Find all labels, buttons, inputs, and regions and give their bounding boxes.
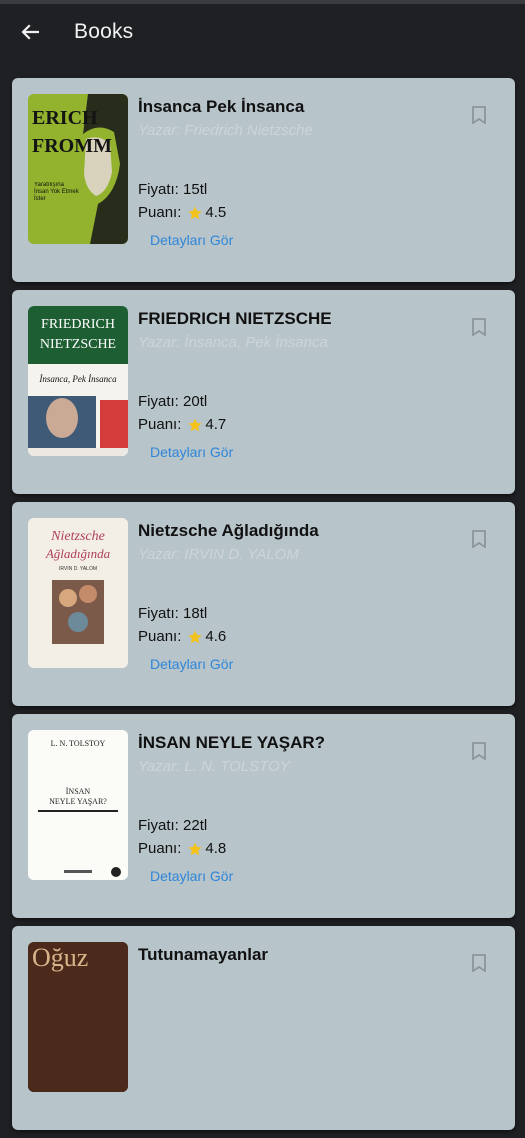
details-button[interactable]: Detayları Gör <box>150 232 233 248</box>
details-button[interactable]: Detayları Gör <box>150 444 233 460</box>
book-cover: Nietzsche Ağladığında IRVIN D. YALOM <box>28 518 128 668</box>
rating-label: Puanı: <box>138 204 182 221</box>
book-title: İnsanca Pek İnsanca <box>138 97 305 116</box>
book-cover: ERICH FROMM Yaratılışına İnsan Yok Etmek… <box>28 94 128 244</box>
book-title: Nietzsche Ağladığında <box>138 521 319 540</box>
rating-label: Puanı: <box>138 840 182 857</box>
book-card[interactable]: ERICH FROMM Yaratılışına İnsan Yok Etmek… <box>12 78 515 282</box>
svg-text:NIETZSCHE: NIETZSCHE <box>40 337 116 352</box>
bookmark-icon[interactable] <box>471 742 487 760</box>
star-icon <box>188 417 203 431</box>
bookmark-icon[interactable] <box>471 318 487 336</box>
svg-text:ERICH: ERICH <box>32 107 98 129</box>
book-author: Yazar: IRVIN D. YALOM <box>138 546 299 563</box>
bookmark-icon[interactable] <box>471 954 487 972</box>
book-card[interactable]: L. N. TOLSTOY İNSAN NEYLE YAŞAR? İNSAN N… <box>12 714 515 918</box>
book-price: Fiyatı: 20tl <box>138 393 208 410</box>
book-rating: Puanı: 4.8 <box>138 840 226 857</box>
book-author: Yazar: İnsanca, Pek İnsanca <box>138 334 328 351</box>
book-card[interactable]: Oğuz Tutunamayanlar <box>12 926 515 1130</box>
svg-text:IRVIN D. YALOM: IRVIN D. YALOM <box>59 566 97 572</box>
book-rating: Puanı: 4.6 <box>138 628 226 645</box>
rating-value: 4.8 <box>205 840 227 857</box>
book-rating: Puanı: 4.7 <box>138 416 226 433</box>
star-icon <box>188 629 203 643</box>
book-card[interactable]: Nietzsche Ağladığında IRVIN D. YALOM Nie… <box>12 502 515 706</box>
svg-text:İnsanca, Pek İnsanca: İnsanca, Pek İnsanca <box>38 374 117 384</box>
book-cover: L. N. TOLSTOY İNSAN NEYLE YAŞAR? <box>28 730 128 880</box>
book-card[interactable]: FRIEDRICH NIETZSCHE İnsanca, Pek İnsanca… <box>12 290 515 494</box>
svg-text:FROMM: FROMM <box>32 135 112 157</box>
book-author: Yazar: L. N. TOLSTOY <box>138 758 290 775</box>
book-price: Fiyatı: 18tl <box>138 605 208 622</box>
rating-value: 4.6 <box>205 628 227 645</box>
book-list: ERICH FROMM Yaratılışına İnsan Yok Etmek… <box>12 78 515 1138</box>
svg-text:İNSAN: İNSAN <box>66 787 91 796</box>
bookmark-icon[interactable] <box>471 106 487 124</box>
rating-label: Puanı: <box>138 416 182 433</box>
book-rating: Puanı: 4.5 <box>138 204 226 221</box>
star-icon <box>188 205 203 219</box>
svg-text:Nietzsche: Nietzsche <box>50 529 105 544</box>
svg-text:FRIEDRICH: FRIEDRICH <box>41 317 115 332</box>
rating-value: 4.7 <box>205 416 227 433</box>
star-icon <box>188 841 203 855</box>
svg-text:NEYLE YAŞAR?: NEYLE YAŞAR? <box>49 797 107 806</box>
book-price: Fiyatı: 15tl <box>138 181 208 198</box>
arrow-left-icon <box>21 24 39 40</box>
svg-text:Ağladığında: Ağladığında <box>45 546 111 561</box>
book-cover: FRIEDRICH NIETZSCHE İnsanca, Pek İnsanca <box>28 306 128 456</box>
details-button[interactable]: Detayları Gör <box>150 656 233 672</box>
book-title: FRIEDRICH NIETZSCHE <box>138 309 332 328</box>
rating-label: Puanı: <box>138 628 182 645</box>
page-title: Books <box>74 20 134 43</box>
details-button[interactable]: Detayları Gör <box>150 868 233 884</box>
app-bar: Books <box>0 4 525 60</box>
rating-value: 4.5 <box>205 204 227 221</box>
book-author: Yazar: Friedrich Nietzsche <box>138 122 313 139</box>
book-title: İNSAN NEYLE YAŞAR? <box>138 733 326 752</box>
book-title: Tutunamayanlar <box>138 945 269 964</box>
book-price: Fiyatı: 22tl <box>138 817 208 834</box>
bookmark-icon[interactable] <box>471 530 487 548</box>
svg-text:Oğuz: Oğuz <box>32 943 88 972</box>
svg-text:L. N. TOLSTOY: L. N. TOLSTOY <box>51 739 106 748</box>
back-button[interactable] <box>20 22 40 42</box>
book-cover: Oğuz <box>28 942 128 1092</box>
